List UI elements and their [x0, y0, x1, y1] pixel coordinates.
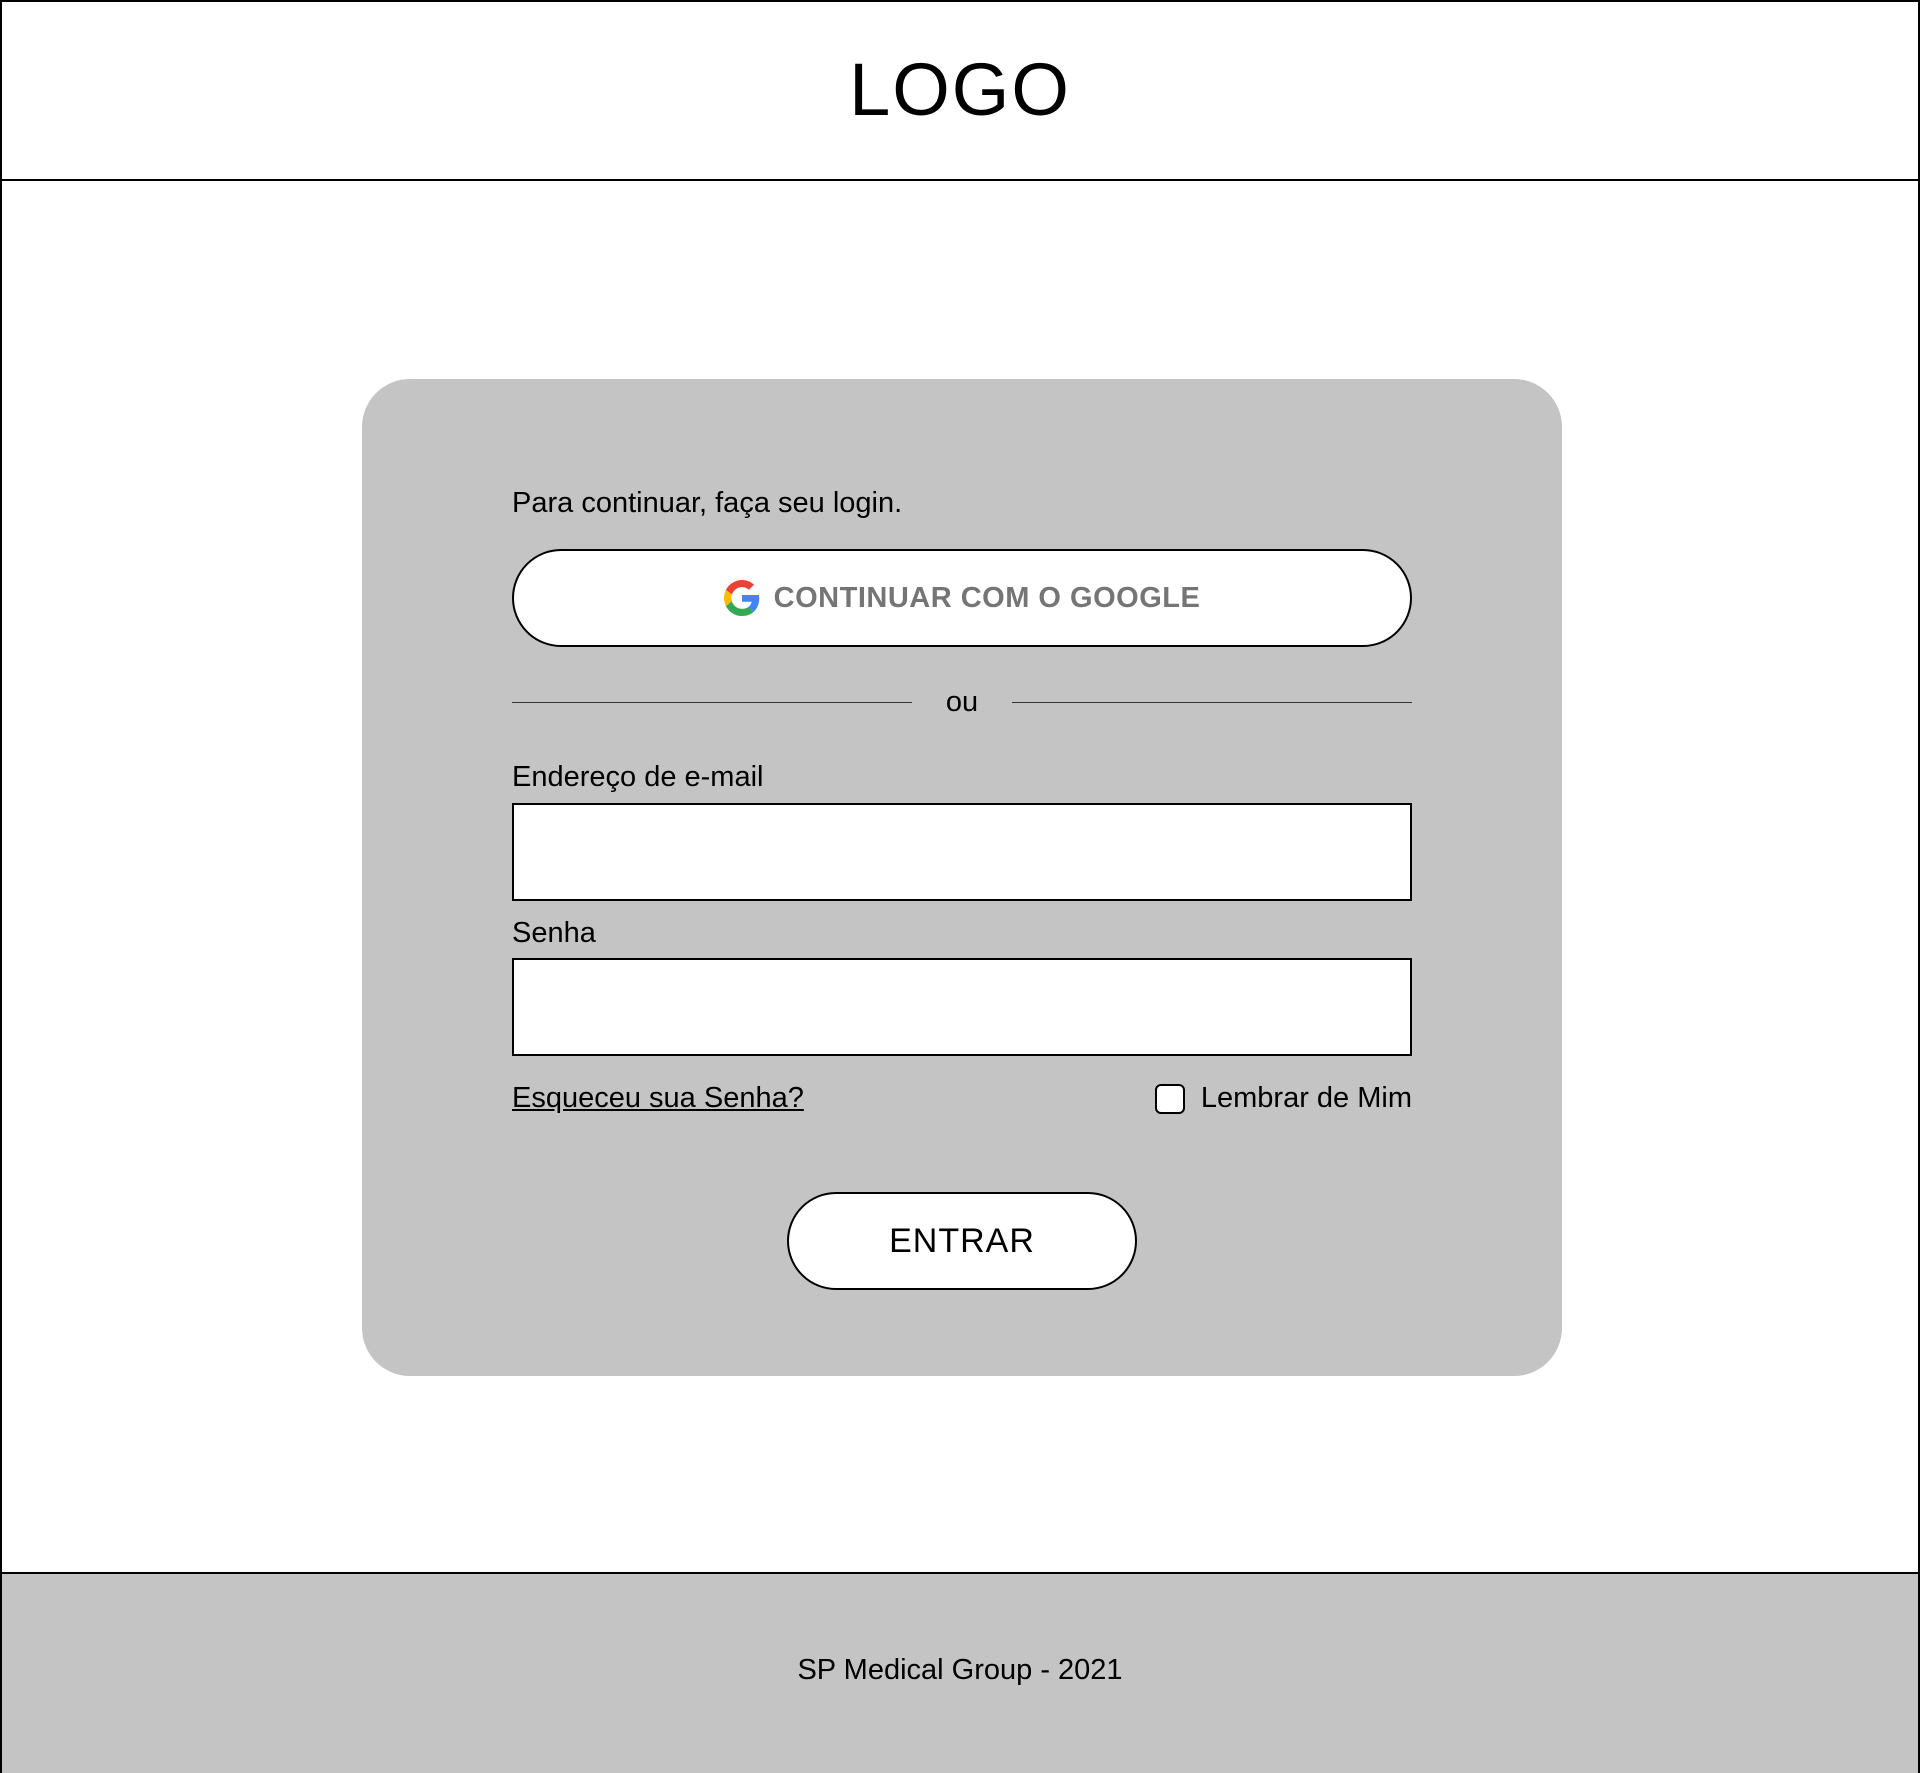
- page-frame: LOGO Para continuar, faça seu login. CON…: [0, 0, 1920, 1773]
- email-field[interactable]: [512, 803, 1412, 901]
- forgot-password-link[interactable]: Esqueceu sua Senha?: [512, 1082, 804, 1115]
- footer-text: SP Medical Group - 2021: [797, 1654, 1123, 1686]
- login-intro-text: Para continuar, faça seu login.: [512, 487, 903, 519]
- divider-text: ou: [945, 686, 979, 718]
- email-label: Endereço de e-mail: [512, 761, 764, 793]
- remember-me-checkbox[interactable]: [1154, 1083, 1185, 1114]
- divider-line-right: [1012, 702, 1412, 703]
- google-login-button[interactable]: CONTINUAR COM O GOOGLE: [512, 549, 1412, 647]
- divider-line-left: [512, 702, 912, 703]
- remember-me: Lembrar de Mim: [1154, 1082, 1412, 1115]
- logo: LOGO: [849, 48, 1071, 131]
- password-label: Senha: [512, 917, 596, 949]
- header: LOGO: [2, 2, 1918, 181]
- google-login-label: CONTINUAR COM O GOOGLE: [773, 581, 1201, 614]
- google-g-icon: [723, 580, 760, 616]
- remember-me-label: Lembrar de Mim: [1200, 1082, 1412, 1114]
- login-submit-button[interactable]: ENTRAR: [787, 1192, 1137, 1290]
- login-card: Para continuar, faça seu login. CONTINUA…: [362, 379, 1562, 1376]
- or-divider: ou: [512, 684, 1412, 720]
- footer: SP Medical Group - 2021: [2, 1572, 1918, 1773]
- password-field[interactable]: [512, 958, 1412, 1056]
